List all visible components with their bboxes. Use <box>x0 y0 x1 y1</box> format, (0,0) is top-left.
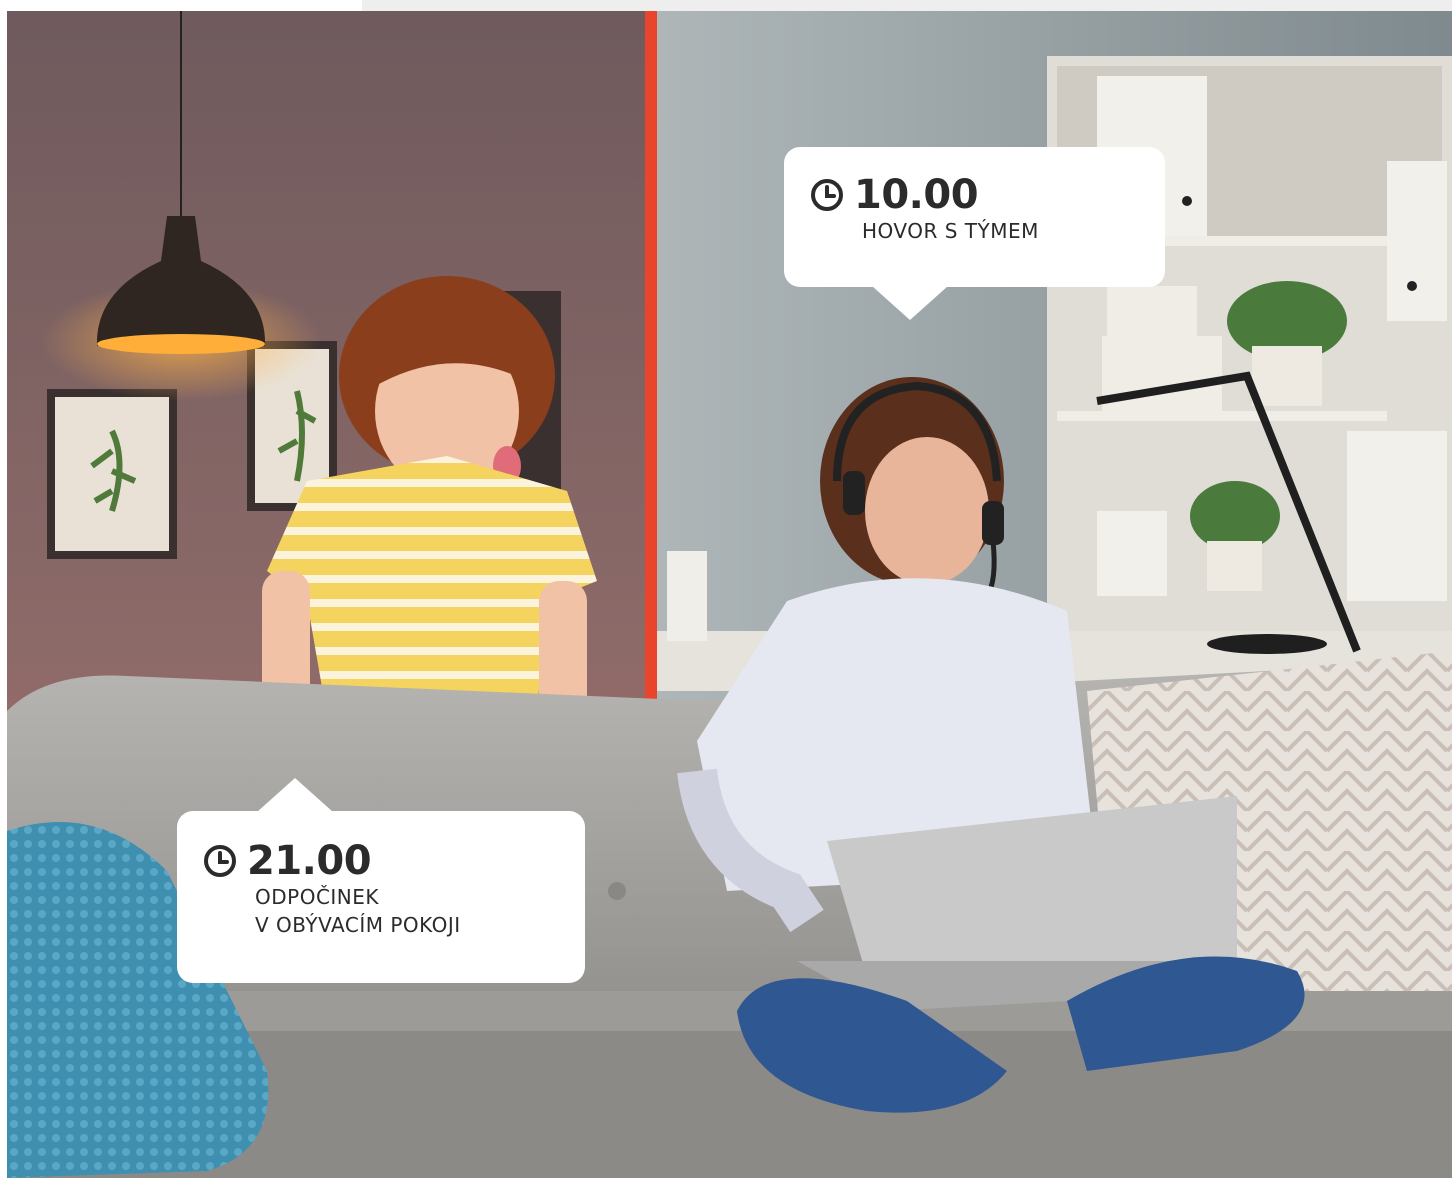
event-label-line-1: ODPOČINEK <box>255 885 380 909</box>
bubble-tail <box>872 286 948 320</box>
event-time: 21.00 <box>247 838 372 884</box>
clock-icon <box>811 179 843 211</box>
time-row: 10.00 <box>810 173 1165 217</box>
event-bubble-evening-rest: 21.00 ODPOČINEK V OBÝVACÍM POKOJI <box>177 778 585 983</box>
time-row: 21.00 <box>203 839 585 883</box>
event-bubble-team-call: 10.00 HOVOR S TÝMEM <box>784 147 1165 320</box>
photo-illustration <box>7 11 1452 1178</box>
event-time: 10.00 <box>854 172 979 218</box>
hero-photo <box>7 11 1452 1178</box>
event-label-line-2: V OBÝVACÍM POKOJI <box>255 913 461 937</box>
bubble-tail <box>257 778 333 812</box>
event-label: HOVOR S TÝMEM <box>862 219 1039 243</box>
clock-icon <box>204 845 236 877</box>
top-strip <box>362 0 1452 11</box>
